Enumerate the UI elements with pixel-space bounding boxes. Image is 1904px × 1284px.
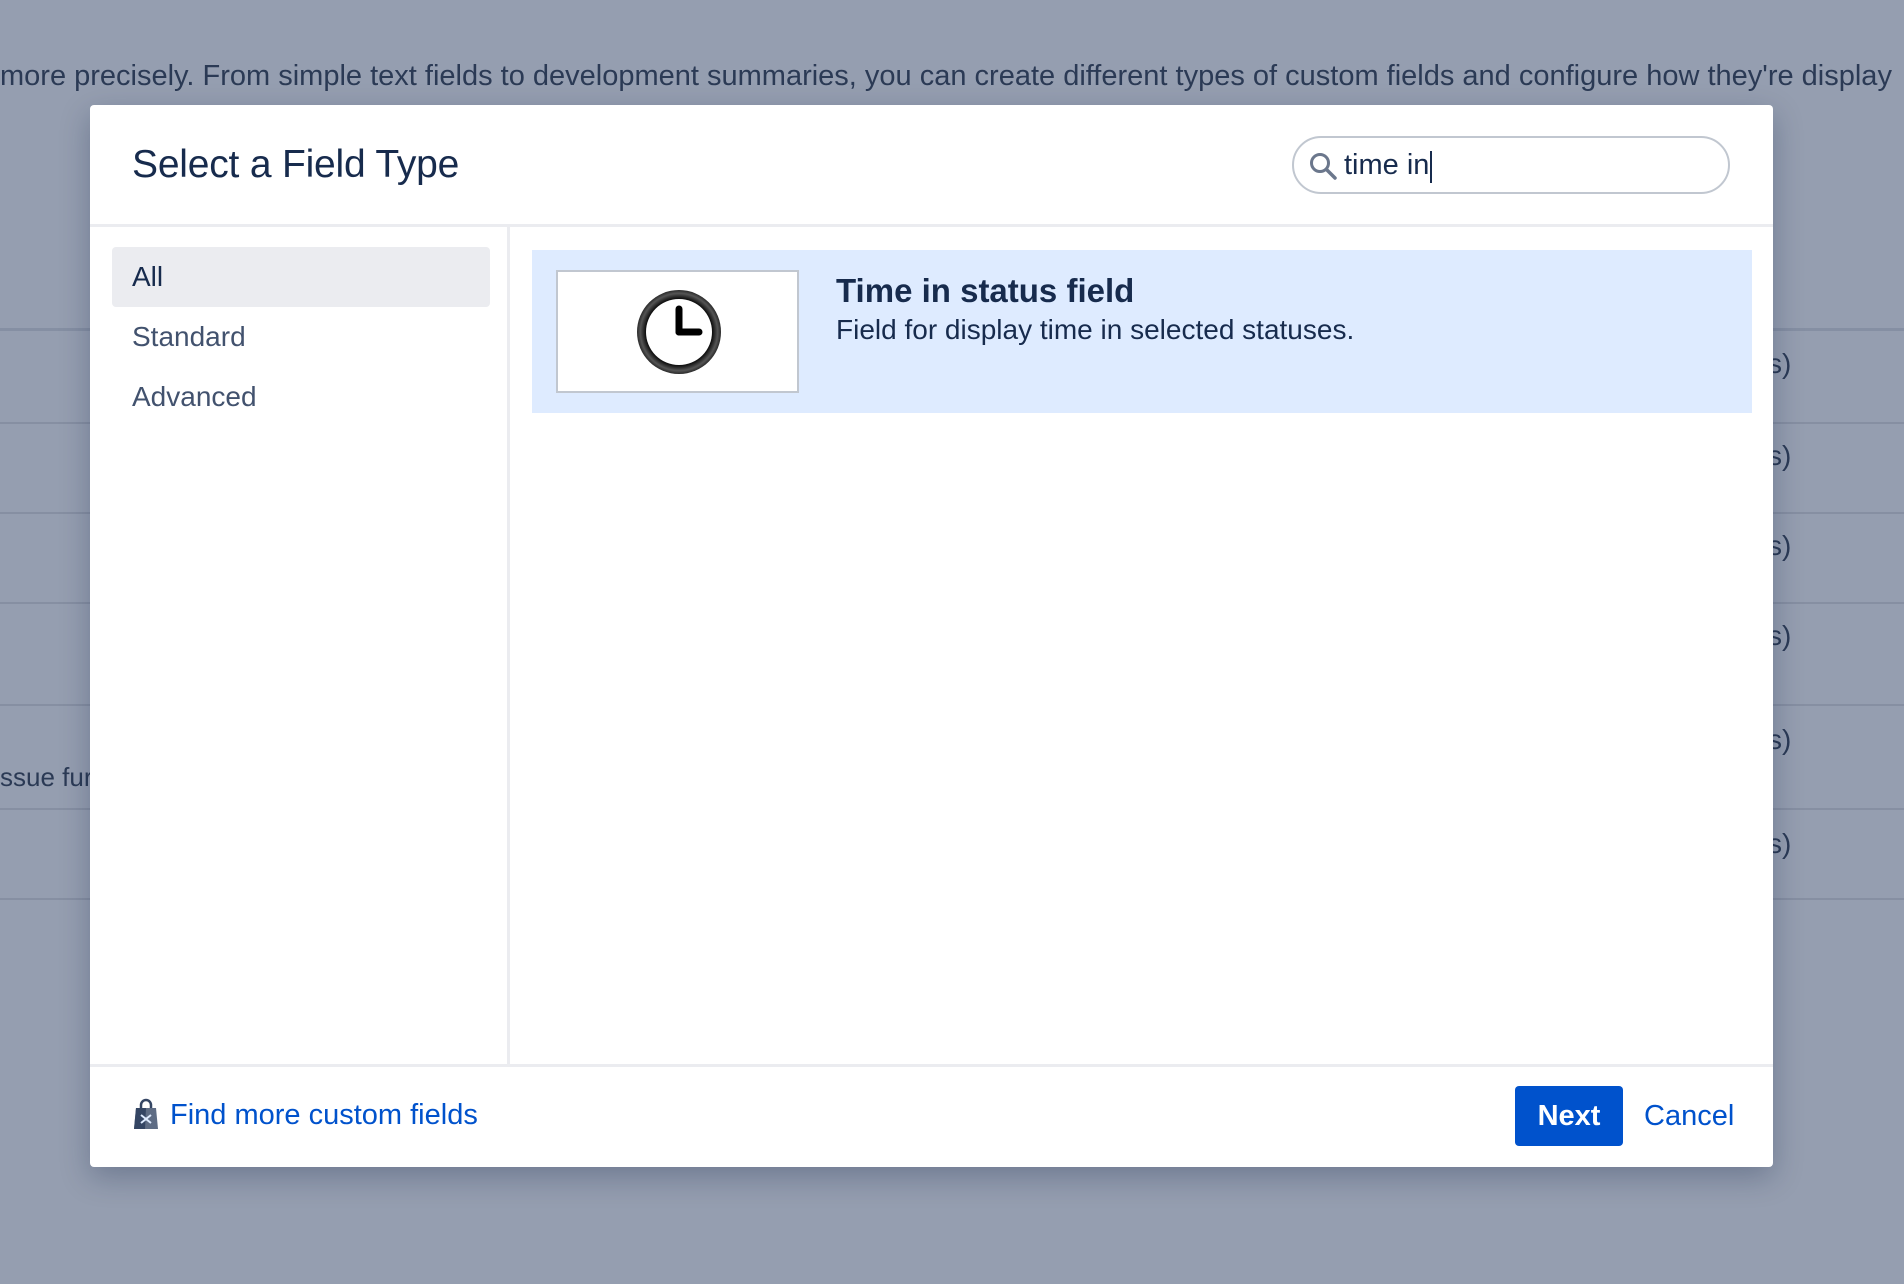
clock-icon [637,290,721,374]
field-type-results: Time in status field Field for display t… [510,227,1773,1067]
dialog-footer: Find more custom fields Next Cancel [90,1064,1773,1167]
dialog-body: All Standard Advanced Time in status fie… [90,227,1773,1067]
search-icon [1310,153,1337,180]
background-intro-text: more precisely. From simple text fields … [0,60,1892,92]
category-sidebar: All Standard Advanced [90,227,510,1067]
cancel-button[interactable]: Cancel [1638,1086,1740,1146]
field-type-title: Time in status field [836,272,1135,309]
find-more-label: Find more custom fields [170,1098,478,1131]
field-type-description: Field for display time in selected statu… [836,314,1355,345]
field-type-thumbnail [556,270,799,393]
field-type-time-in-status[interactable]: Time in status field Field for display t… [532,250,1752,413]
find-more-custom-fields-link[interactable]: Find more custom fields [132,1095,478,1135]
select-field-type-dialog: Select a Field Type All Standard Advance… [90,105,1773,1167]
shopping-bag-icon [134,1098,158,1129]
text-caret [1430,151,1433,183]
next-button[interactable]: Next [1515,1086,1623,1146]
category-standard[interactable]: Standard [112,307,490,367]
background-cell: ssue fur [0,762,93,792]
search-box[interactable] [1292,136,1730,194]
dialog-title: Select a Field Type [132,143,460,186]
search-input[interactable] [1344,146,1704,184]
category-advanced[interactable]: Advanced [112,367,490,427]
category-all[interactable]: All [112,247,490,307]
dialog-header: Select a Field Type [90,105,1773,227]
